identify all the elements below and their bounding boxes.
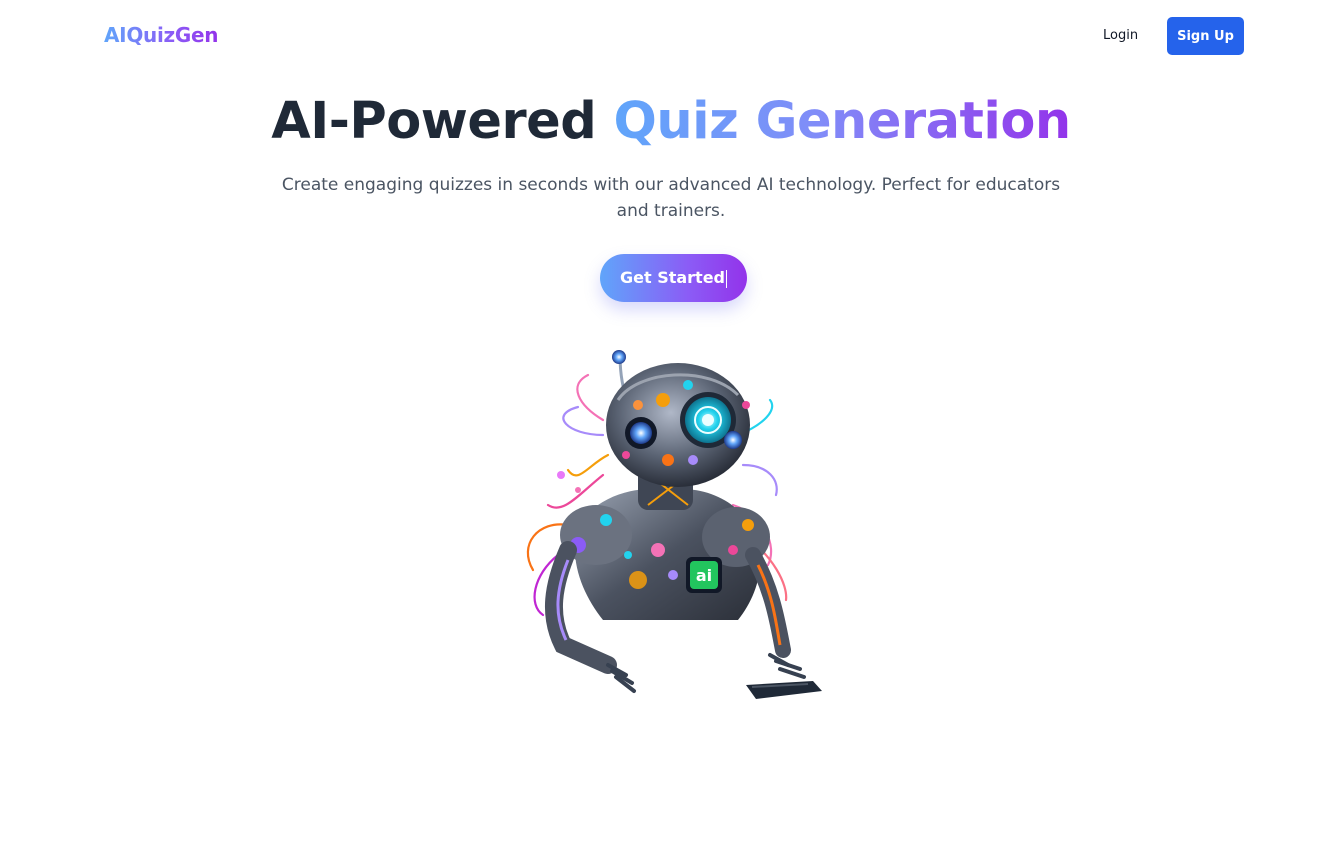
brand-logo[interactable]: AIQuizGen	[104, 23, 218, 47]
chest-badge-text: ai	[696, 566, 712, 585]
hero-subtitle: Create engaging quizzes in seconds with …	[281, 175, 1061, 221]
text-cursor	[726, 269, 727, 288]
login-link[interactable]: Login	[1103, 28, 1138, 43]
ai-robot-illustration: ai	[526, 350, 822, 699]
hero-title-plain: AI-Powered	[271, 92, 597, 151]
get-started-label: Get Started	[619, 268, 725, 288]
hero-title: AI-Powered Quiz Generation	[0, 92, 1342, 151]
antenna-icon	[612, 350, 626, 364]
get-started-button[interactable]: Get Started	[600, 254, 747, 302]
hero-title-accent: Quiz Generation	[613, 92, 1072, 151]
landing-page: AIQuizGen Login Sign Up AI-Powered Quiz …	[0, 0, 1342, 856]
signup-button[interactable]: Sign Up	[1167, 17, 1244, 55]
